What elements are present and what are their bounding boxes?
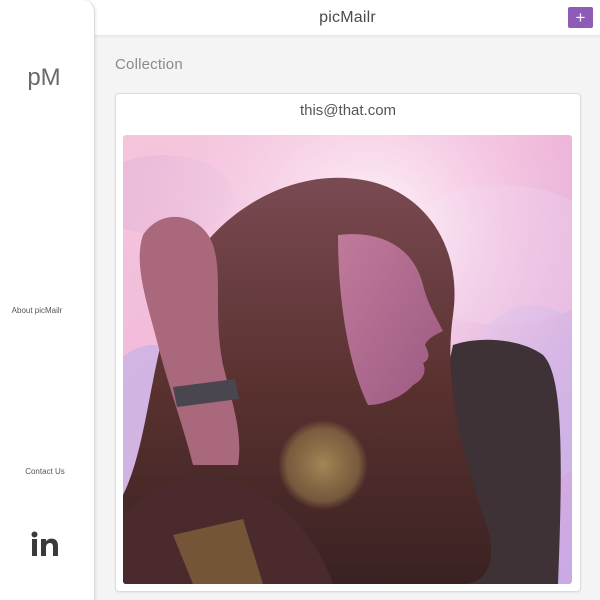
- app-title: picMailr: [319, 9, 376, 26]
- card-email[interactable]: this@that.com: [116, 102, 580, 119]
- logo[interactable]: pM: [0, 64, 88, 92]
- add-button[interactable]: +: [568, 7, 593, 28]
- section-title: Collection: [115, 56, 183, 73]
- nav-link-about[interactable]: About picMailr: [0, 306, 74, 315]
- sidebar: pM About picMailr Contact Us: [0, 0, 95, 600]
- nav-link-contact[interactable]: Contact Us: [8, 467, 82, 476]
- portrait-photo[interactable]: [123, 135, 572, 584]
- collection-card[interactable]: this@that.com: [115, 93, 581, 592]
- linkedin-icon[interactable]: [31, 531, 59, 557]
